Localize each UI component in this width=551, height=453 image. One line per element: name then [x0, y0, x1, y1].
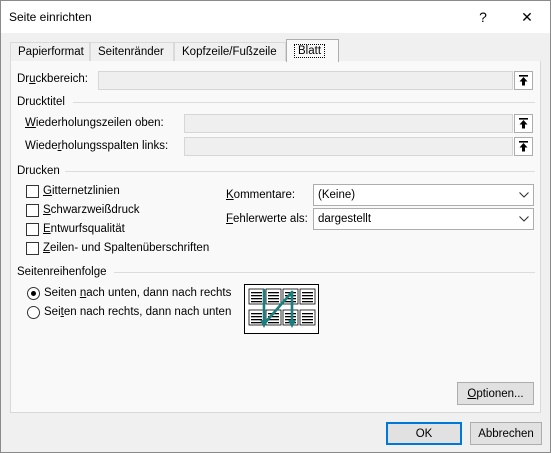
- tab-label: Seitenränder: [98, 46, 164, 58]
- error-values-value: dargestellt: [318, 213, 372, 225]
- over-then-down-radio[interactable]: [27, 306, 40, 319]
- collapse-dialog-icon: [519, 75, 528, 86]
- row-col-headings-label: Zeilen- und Spaltenüberschriften: [43, 242, 210, 254]
- black-white-label: Schwarzweißdruck: [43, 204, 140, 216]
- tab-label: Kopfzeile/Fußzeile: [182, 46, 277, 58]
- print-titles-heading: Drucktitel: [17, 96, 65, 108]
- chevron-down-icon: [515, 185, 533, 205]
- comments-select[interactable]: (Keine): [313, 184, 534, 206]
- down-then-over-label: Seiten nach unten, dann nach rechts: [44, 287, 232, 299]
- close-button[interactable]: ✕: [504, 1, 550, 33]
- tab-kopfzeile-fusszeile[interactable]: Kopfzeile/Fußzeile: [174, 42, 286, 62]
- page-order-separator: [114, 272, 535, 273]
- ok-button[interactable]: OK: [386, 422, 462, 445]
- comments-label: Kommentare:: [226, 189, 296, 201]
- ok-label: OK: [415, 427, 433, 440]
- tab-label: Papierformat: [18, 46, 84, 58]
- page-order-heading: Seitenreihenfolge: [17, 266, 107, 278]
- tab-blatt[interactable]: Blatt: [286, 39, 339, 62]
- print-heading: Drucken: [17, 165, 60, 177]
- tab-label: Blatt: [294, 44, 326, 58]
- repeat-cols-label: Wiederholungsspalten links:: [25, 140, 169, 152]
- repeat-cols-collapse-button[interactable]: [514, 137, 533, 156]
- repeat-cols-input[interactable]: [184, 137, 513, 156]
- cancel-button[interactable]: Abbrechen: [470, 422, 542, 445]
- collapse-dialog-icon: [519, 141, 528, 152]
- chevron-down-icon: [515, 209, 533, 229]
- print-area-label: Druckbereich:: [17, 73, 88, 85]
- comments-value: (Keine): [318, 189, 356, 201]
- title-bar: Seite einrichten ? ✕: [1, 1, 550, 33]
- print-area-collapse-button[interactable]: [514, 71, 533, 90]
- gridlines-label: Gitternetzlinien: [43, 185, 120, 197]
- close-icon: ✕: [521, 8, 533, 25]
- page-order-preview-image: [244, 284, 319, 334]
- print-area-input[interactable]: [98, 71, 513, 90]
- repeat-rows-label: Wiederholungszeilen oben:: [25, 117, 164, 129]
- help-icon: ?: [479, 9, 487, 25]
- tab-seitenraender[interactable]: Seitenränder: [90, 42, 174, 62]
- error-values-select[interactable]: dargestellt: [313, 208, 534, 230]
- page-setup-dialog: Seite einrichten ? ✕ Papierformat Seiten…: [0, 0, 551, 453]
- error-values-label: Fehlerwerte als:: [226, 213, 308, 225]
- tab-papierformat[interactable]: Papierformat: [10, 42, 90, 62]
- over-then-down-label: Seiten nach rechts, dann nach unten: [44, 306, 232, 318]
- collapse-dialog-icon: [519, 118, 528, 129]
- gridlines-checkbox[interactable]: [26, 185, 39, 198]
- options-button[interactable]: Optionen...: [457, 382, 534, 405]
- print-separator: [65, 171, 535, 172]
- draft-quality-checkbox[interactable]: [26, 223, 39, 236]
- print-titles-separator: [73, 102, 535, 103]
- help-button[interactable]: ?: [460, 1, 506, 33]
- draft-quality-label: Entwurfsqualität: [43, 223, 125, 235]
- repeat-rows-collapse-button[interactable]: [514, 114, 533, 133]
- down-then-over-radio[interactable]: [27, 287, 40, 300]
- window-title: Seite einrichten: [9, 10, 92, 24]
- row-col-headings-checkbox[interactable]: [26, 242, 39, 255]
- cancel-label: Abbrechen: [478, 427, 534, 440]
- repeat-rows-input[interactable]: [184, 114, 513, 133]
- black-white-checkbox[interactable]: [26, 204, 39, 217]
- options-label: Optionen...: [467, 387, 524, 400]
